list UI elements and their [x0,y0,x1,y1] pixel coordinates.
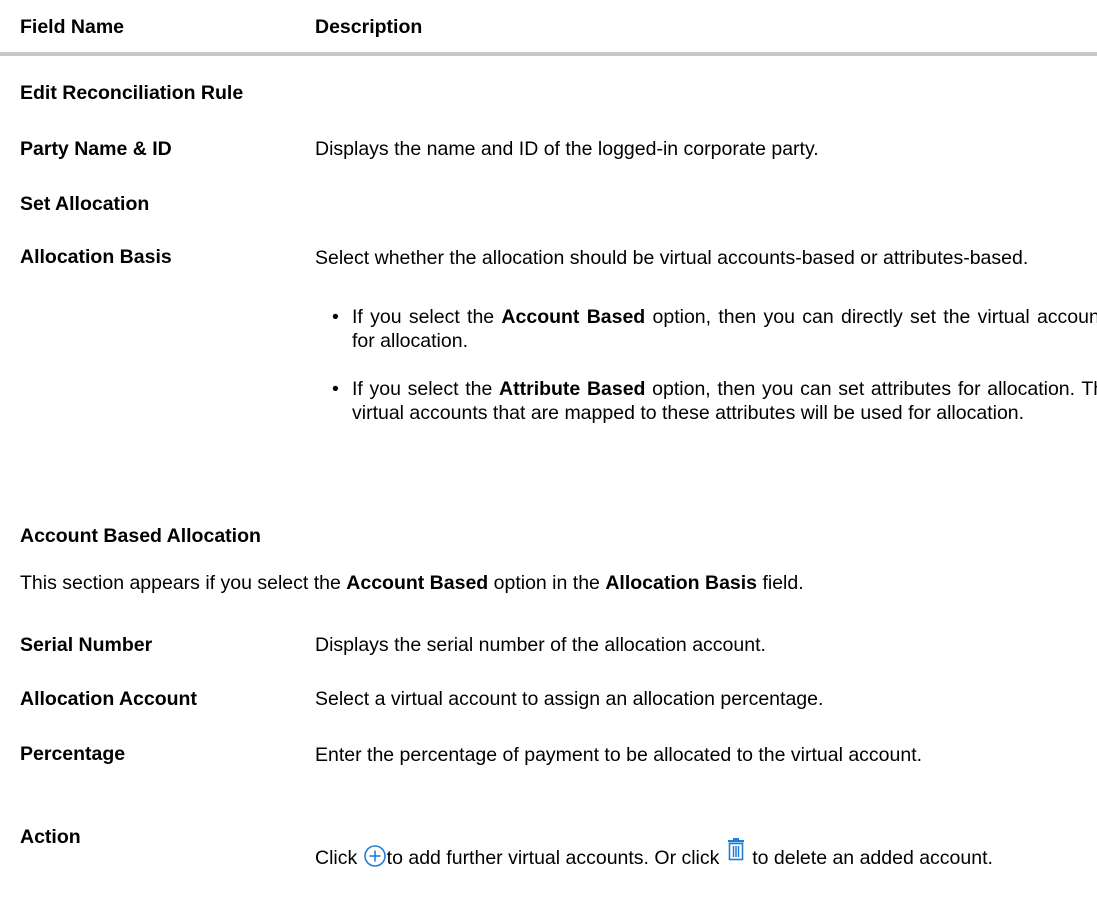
field-action: Action [20,826,81,848]
section-edit-reconciliation-rule: Edit Reconciliation Rule [20,82,244,104]
bullet-dot: • [332,306,339,328]
add-circle-icon [363,844,387,874]
field-party-name: Party Name & ID [20,138,172,160]
account-based-note: This section appears if you select the A… [20,572,804,594]
bullet-dot: • [332,378,339,400]
bullet-text: If you select the Account Based option, … [352,306,1097,352]
field-serial-number: Serial Number [20,634,153,656]
section-account-based-allocation: Account Based Allocation [20,525,261,547]
field-percentage-desc: Enter the percentage of payment to be al… [315,744,923,766]
field-action-desc: Click to add further virtual accounts. O… [315,838,1097,874]
section-set-allocation: Set Allocation [20,193,150,215]
bullet-text: If you select the Attribute Based option… [352,378,1097,424]
trash-icon [725,838,747,868]
column-header-field-name: Field Name [20,16,125,38]
field-allocation-account-desc: Select a virtual account to assign an al… [315,688,824,710]
column-header-description: Description [315,16,423,38]
header-divider [0,52,1097,56]
field-allocation-account: Allocation Account [20,688,197,710]
field-allocation-basis-desc: Select whether the allocation should be … [315,247,1029,269]
field-serial-number-desc: Displays the serial number of the alloca… [315,634,766,656]
field-allocation-basis: Allocation Basis [20,246,172,268]
field-party-desc: Displays the name and ID of the logged-i… [315,138,819,160]
field-percentage: Percentage [20,743,126,765]
